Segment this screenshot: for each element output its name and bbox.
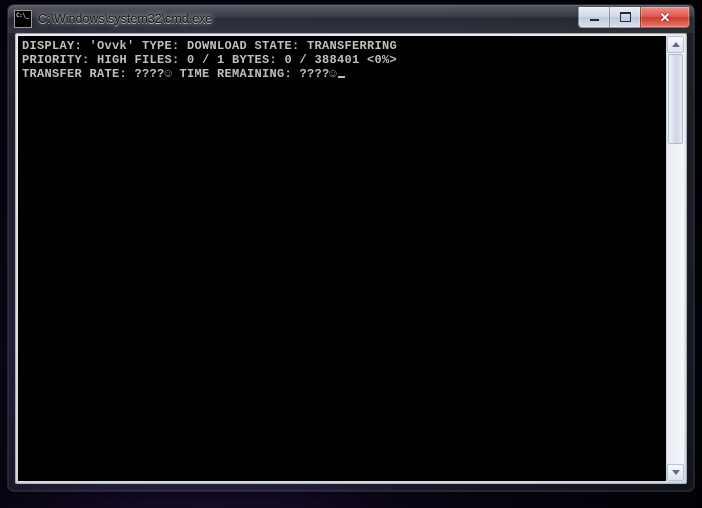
window-controls: ✕ (578, 7, 690, 27)
titlebar[interactable]: C:\Windows\system32\cmd.exe ✕ (8, 5, 694, 33)
scroll-thumb[interactable] (668, 54, 683, 144)
scroll-down-button[interactable] (667, 464, 684, 481)
close-icon: ✕ (660, 11, 671, 24)
chevron-down-icon (672, 470, 680, 475)
cmd-icon (14, 10, 32, 28)
cmd-window: C:\Windows\system32\cmd.exe ✕ DISPLAY: '… (7, 4, 695, 492)
maximize-button[interactable] (609, 7, 640, 28)
console-line: DISPLAY: 'Ovvk' TYPE: DOWNLOAD STATE: TR… (22, 39, 397, 53)
minimize-icon (590, 19, 599, 21)
console-line: TRANSFER RATE: ????☺ TIME REMAINING: ???… (22, 67, 337, 81)
minimize-button[interactable] (578, 7, 609, 28)
scroll-up-button[interactable] (667, 36, 684, 53)
client-area: DISPLAY: 'Ovvk' TYPE: DOWNLOAD STATE: TR… (15, 33, 687, 484)
window-title: C:\Windows\system32\cmd.exe (38, 12, 578, 26)
chevron-up-icon (672, 42, 680, 47)
console-line: PRIORITY: HIGH FILES: 0 / 1 BYTES: 0 / 3… (22, 53, 397, 67)
text-cursor (338, 76, 345, 78)
vertical-scrollbar[interactable] (666, 36, 684, 481)
console-output[interactable]: DISPLAY: 'Ovvk' TYPE: DOWNLOAD STATE: TR… (18, 36, 666, 481)
maximize-icon (620, 12, 631, 22)
close-button[interactable]: ✕ (640, 7, 690, 28)
